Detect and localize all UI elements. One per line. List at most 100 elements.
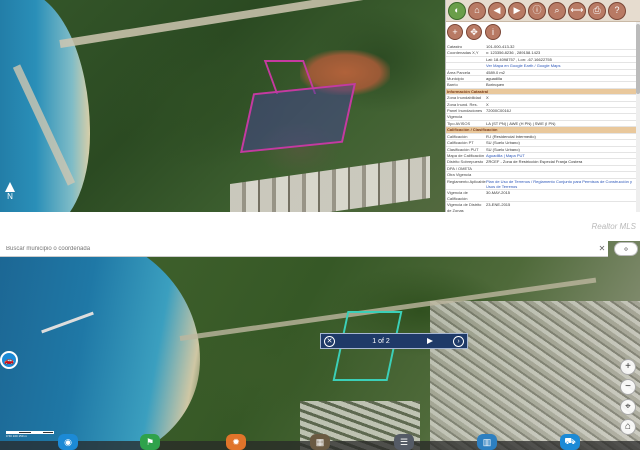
search-bar: ✕ (0, 241, 608, 257)
attribute-value[interactable]: Ver Mapa en Google Earth / Google Maps (486, 63, 640, 68)
attribute-label: Vigencia de Calificación (447, 190, 468, 201)
scale-bar: 0 50 100 150 m (6, 431, 54, 438)
attribute-label: Tipo AVISOS (447, 120, 471, 126)
urban-area (430, 301, 640, 450)
attribute-label: Vigencia de Distrito de Zonas (447, 202, 482, 212)
basemap-icon[interactable]: ▦ (310, 434, 330, 450)
screenshot-root: N ◐ ⌂ ◀ ▶ ⓘ ⌕ ⟷ ⎙? + ✥ i Catastro 101-000-413-32 Co… (0, 0, 640, 450)
sea-area (0, 0, 90, 212)
attribute-label: Barrio (447, 82, 458, 88)
attribute-value: R-I (Residencial Intermedio) (486, 133, 536, 139)
attribute-label (446, 63, 486, 68)
road (59, 0, 445, 48)
zoom-out-button[interactable]: − (620, 379, 636, 395)
map-controls: + − ⌖ ⌂ (620, 359, 636, 435)
attribute-label (446, 57, 486, 62)
aerial-map-bottom[interactable]: ✕ ⚬ ✕ 1 of 2 › 🚗 + − ⌖ ⌂ 0 50 100 150 m (0, 241, 640, 450)
attribute-value: 4589.0 m2 (486, 69, 505, 75)
list-icon[interactable]: ☰ (394, 434, 414, 450)
identify-icon[interactable]: ⓘ (528, 1, 546, 20)
info-toolbar: ◐ ⌂ ◀ ▶ ⓘ ⌕ ⟷ ⎙? (446, 0, 640, 22)
attribute-value: Lat: 18.4098757 , Lon: -67.16622755 (486, 56, 552, 62)
attribute-label: Coordenadas X,Y (447, 50, 479, 56)
car-icon[interactable]: 🚗 (0, 351, 18, 369)
attribute-label: DPA / OMETA (447, 165, 472, 171)
north-label: N (7, 192, 13, 201)
layers-icon[interactable]: ◐ (448, 1, 466, 20)
attribute-label: Calificación / Clasificación (447, 127, 498, 133)
attribute-value[interactable]: Plan de Uso de Terrenos / Reglamento Con… (486, 179, 640, 190)
forward-icon[interactable]: ▶ (508, 1, 526, 20)
attribute-label: Calificación PT (447, 140, 474, 146)
attribute-value: 30-MAY-2015 (486, 190, 511, 196)
zoom-in-icon[interactable]: + (447, 24, 463, 40)
clear-search-icon[interactable]: ✕ (596, 244, 608, 253)
building-icon[interactable]: ▥ (477, 434, 497, 450)
attribute-value: 72000C0016J (486, 108, 511, 114)
attribute-label: Información Catastral (447, 88, 489, 94)
info-icon[interactable]: i (485, 24, 501, 40)
flag-icon[interactable]: ⚑ (140, 434, 160, 450)
attribute-row: Reglamento Aplicable Plan de Uso de Terre… (446, 179, 640, 191)
attribute-label: Reglamento Aplicable (447, 178, 486, 184)
attribute-value: SU (Suelo Urbano) (486, 146, 520, 152)
parcel-info-panel: ◐ ⌂ ◀ ▶ ⓘ ⌕ ⟷ ⎙? + ✥ i Catastro 101-000-413-32 Coor… (445, 0, 640, 212)
cart-icon[interactable]: ⛟ (560, 434, 580, 450)
menu-button[interactable]: ⚬ (614, 242, 638, 256)
scrollbar-thumb[interactable] (636, 24, 640, 94)
attribute-value: 23-ENE-2015 (486, 202, 511, 208)
residential-buildings (230, 155, 430, 212)
print-icon[interactable]: ⎙ (588, 1, 606, 20)
pan-icon[interactable]: ✥ (466, 24, 482, 40)
attribute-row: Vigencia de Calificación 30-MAY-2015 (446, 190, 640, 203)
attribute-value: X (486, 95, 489, 101)
attribute-label: Catastro (447, 44, 463, 49)
attribute-value[interactable]: Aguadilla | Mapa PUT (486, 153, 640, 158)
attribute-label: Panel Inundaciones (447, 108, 483, 114)
help-icon[interactable]: ? (608, 1, 626, 20)
home-icon[interactable]: ⌂ (468, 1, 486, 20)
popup-pointer-icon (427, 338, 433, 344)
attribute-value: aguadilla (486, 76, 503, 82)
attribute-value (486, 166, 640, 171)
attribute-value: x: 123356.8236 , 289158.1423 (486, 50, 541, 56)
aerial-map-top[interactable]: N (0, 0, 445, 212)
measure-icon[interactable]: ⟷ (568, 1, 586, 20)
search-icon[interactable]: ⌕ (548, 1, 566, 20)
feature-popup: ✕ 1 of 2 › (320, 333, 468, 349)
back-icon[interactable]: ◀ (488, 1, 506, 20)
attribute-label: Distrito Sobrepuesto (447, 159, 484, 165)
attribute-value: Borinquen (486, 82, 505, 88)
attribute-label: Mapa de Calificación (447, 152, 485, 158)
next-feature-button[interactable]: › (453, 335, 464, 347)
attribute-value (486, 172, 640, 177)
sea-area (0, 241, 200, 450)
attribute-value: ZRCEF - Zona de Restricción Especial Fra… (486, 159, 583, 165)
search-input[interactable] (6, 241, 596, 256)
zoom-in-button[interactable]: + (620, 359, 636, 375)
attribute-value (486, 114, 640, 119)
selected-parcel[interactable] (240, 82, 356, 154)
attribute-label: Municipio (447, 76, 464, 82)
attribute-value: 101-000-413-32 (486, 44, 515, 49)
scale-label: 0 50 100 150 m (6, 434, 27, 438)
info-subbar: + ✥ i (446, 22, 640, 40)
attribute-value: SU (Suelo Urbano) (486, 140, 520, 146)
close-popup-button[interactable]: ✕ (324, 335, 335, 347)
locate-button[interactable]: ⌖ (620, 399, 636, 415)
watermark: Realtor MLS (591, 222, 636, 231)
attribute-label: Zona Inund. Res. (447, 101, 478, 107)
attribute-value: LA (ST PN) | AWE (H PN) | SWE (I PN) (486, 120, 556, 126)
attribute-label: Clasificación PUT (447, 146, 479, 152)
attribute-label: Calificación (447, 133, 468, 139)
popup-count: 1 of 2 (372, 337, 390, 345)
satellite-icon[interactable]: ✹ (226, 434, 246, 450)
attribute-value: X (486, 101, 489, 107)
parcel-attributes: Catastro 101-000-413-32 Coordenadas X,Y x: … (446, 44, 640, 212)
map-layers-icon[interactable]: ◉ (58, 434, 78, 450)
home-button[interactable]: ⌂ (620, 419, 636, 435)
attribute-label: Otra Vigencia (447, 172, 472, 178)
attribute-label: Área Parcela (447, 69, 471, 75)
attribute-label: Vigencia (447, 114, 463, 120)
attribute-label: Zona Inundabilidad (447, 95, 482, 101)
